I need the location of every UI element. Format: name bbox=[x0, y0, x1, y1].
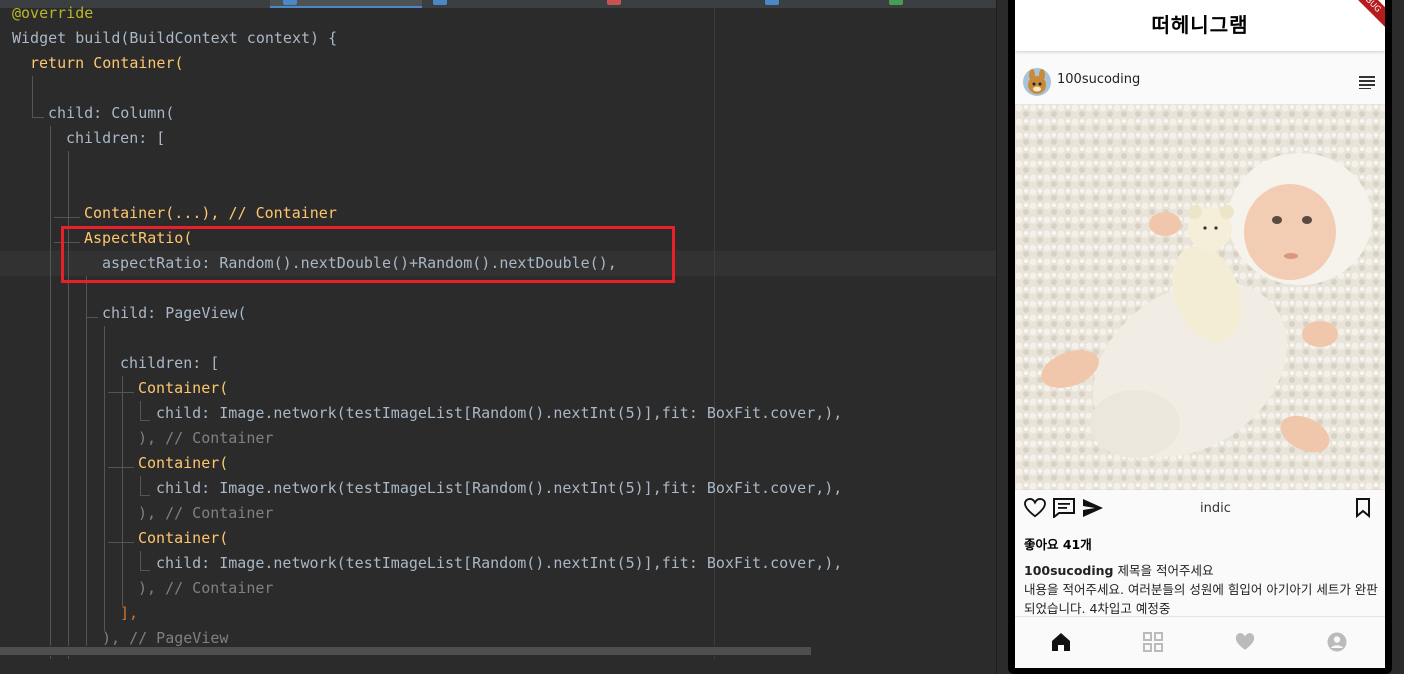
indent-guide bbox=[140, 551, 141, 571]
account-icon[interactable] bbox=[1327, 632, 1347, 656]
grid-icon[interactable] bbox=[1143, 632, 1163, 656]
highlight-box bbox=[61, 226, 675, 283]
code-line: Container( bbox=[138, 376, 228, 401]
indent-guide bbox=[32, 117, 44, 118]
horizontal-scrollbar-thumb[interactable] bbox=[0, 647, 811, 655]
code-line: child: Column( bbox=[48, 101, 174, 126]
code-line: return Container( bbox=[30, 51, 184, 76]
code-line: ), // Container bbox=[138, 426, 273, 451]
indent-guide bbox=[108, 542, 134, 543]
username[interactable]: 100sucoding bbox=[1057, 72, 1140, 87]
app-bar: 떠헤니그램 DEBUG bbox=[1015, 0, 1385, 51]
code-line: child: PageView( bbox=[102, 301, 247, 326]
code-text: Container(...), // Container bbox=[84, 204, 337, 222]
code-line: child: Image.network(testImageList[Rando… bbox=[156, 476, 842, 501]
code-annotation: @override bbox=[12, 4, 94, 22]
editor-tab-strip[interactable] bbox=[0, 0, 996, 8]
dart-file-icon bbox=[433, 0, 447, 5]
indent-guide bbox=[54, 217, 80, 218]
code-line: child: Image.network(testImageList[Rando… bbox=[156, 401, 842, 426]
code-text: Container( bbox=[138, 454, 229, 472]
code-text: child: Column( bbox=[48, 104, 175, 122]
app-title: 떠헤니그램 bbox=[1151, 13, 1249, 37]
code-text: return Container( bbox=[30, 54, 184, 72]
code-line: child: Image.network(testImageList[Rando… bbox=[156, 551, 842, 576]
bookmark-icon[interactable] bbox=[1355, 498, 1371, 522]
code-text: ], bbox=[120, 604, 139, 622]
yaml-file-icon bbox=[607, 0, 621, 5]
indent-guide bbox=[108, 467, 134, 468]
code-line: ), // Container bbox=[138, 576, 273, 601]
post-username[interactable]: 100sucoding bbox=[1024, 563, 1114, 578]
bottom-navigation bbox=[1015, 616, 1385, 668]
indent-guide bbox=[86, 317, 98, 318]
heart-outline-icon[interactable] bbox=[1024, 497, 1046, 522]
indent-guide bbox=[32, 76, 33, 118]
dart-file-icon bbox=[283, 0, 297, 5]
indent-guide bbox=[140, 401, 141, 421]
indent-guide bbox=[50, 126, 51, 666]
code-line: @override bbox=[12, 1, 93, 26]
post-title: 제목을 적어주세요 bbox=[1117, 563, 1214, 578]
code-text: Widget build(BuildContext context) { bbox=[12, 29, 338, 47]
code-text: Container( bbox=[138, 529, 229, 547]
indent-guide bbox=[140, 420, 150, 421]
code-text: child: Image.network(testImageList[Rando… bbox=[156, 479, 843, 497]
code-text: Container( bbox=[138, 379, 229, 397]
send-icon[interactable] bbox=[1082, 498, 1104, 522]
code-text: child: Image.network(testImageList[Rando… bbox=[156, 404, 843, 422]
code-comment: ), // Container bbox=[138, 579, 274, 597]
code-line: ), // Container bbox=[138, 501, 273, 526]
indent-guide bbox=[104, 326, 105, 631]
code-editor[interactable]: @override Widget build(BuildContext cont… bbox=[0, 0, 996, 674]
code-line: Container( bbox=[138, 526, 228, 551]
code-text: child: Image.network(testImageList[Rando… bbox=[156, 554, 843, 572]
comment-icon[interactable] bbox=[1053, 498, 1075, 522]
code-line-folded-container[interactable]: Container(...), // Container bbox=[84, 201, 337, 226]
like-count: 좋아요 41개 bbox=[1024, 537, 1092, 552]
menu-lines-icon[interactable] bbox=[1359, 74, 1375, 93]
test-file-icon bbox=[889, 0, 903, 5]
post-body: 내용을 적어주세요. 여러분들의 성원에 힘입어 아기아기 세트가 완판되었습니… bbox=[1024, 582, 1378, 616]
indent-guide bbox=[108, 392, 134, 393]
home-icon[interactable] bbox=[1051, 632, 1071, 656]
code-line: children: [ bbox=[66, 126, 165, 151]
code-line: ], bbox=[120, 601, 138, 626]
code-text: children: [ bbox=[120, 354, 220, 372]
post-image[interactable] bbox=[1015, 104, 1385, 490]
code-line: Widget build(BuildContext context) { bbox=[12, 26, 337, 51]
emulator-screen[interactable]: 떠헤니그램 DEBUG 100sucoding indic 좋아요 41개 10… bbox=[1015, 0, 1385, 668]
dart-file-icon bbox=[765, 0, 779, 5]
avatar[interactable] bbox=[1023, 68, 1051, 96]
heart-icon[interactable] bbox=[1235, 632, 1255, 655]
editor-status-strip bbox=[0, 659, 996, 674]
post-description: 100sucoding 제목을 적어주세요 내용을 적어주세요. 여러분들의 성… bbox=[1024, 561, 1379, 618]
indent-guide bbox=[122, 376, 123, 606]
indent-guide bbox=[86, 276, 87, 656]
post-header: 100sucoding bbox=[1015, 58, 1385, 104]
indent-guide bbox=[140, 495, 150, 496]
code-text: child: PageView( bbox=[102, 304, 247, 322]
code-line: Container( bbox=[138, 451, 228, 476]
code-text: children: [ bbox=[66, 129, 166, 147]
code-comment: ), // Container bbox=[138, 429, 274, 447]
code-comment: ), // PageView bbox=[102, 629, 229, 647]
code-comment: ), // Container bbox=[138, 504, 274, 522]
code-line: children: [ bbox=[120, 351, 219, 376]
indent-guide bbox=[140, 570, 150, 571]
indent-guide bbox=[140, 476, 141, 496]
post-action-row: indic bbox=[1015, 490, 1385, 526]
image-caption-label: indic bbox=[1200, 501, 1231, 516]
